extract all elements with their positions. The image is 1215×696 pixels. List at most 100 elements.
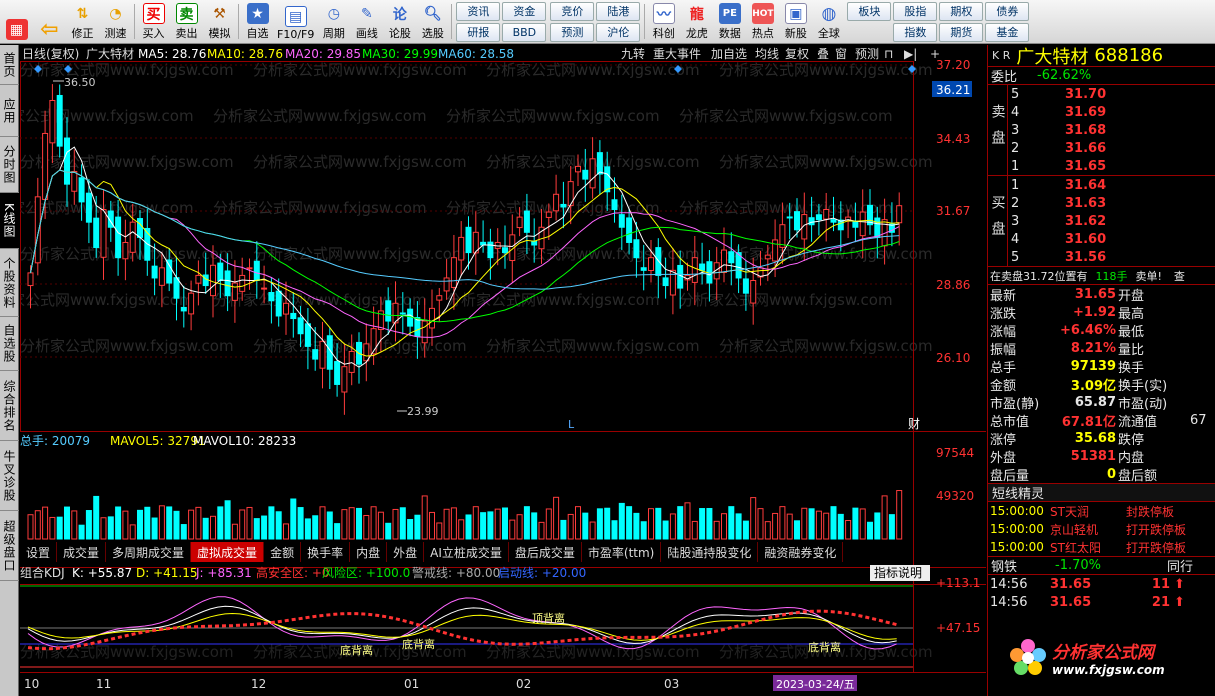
indicator-tab[interactable]: 成交量 [57, 542, 107, 562]
candle-body[interactable] [502, 247, 508, 254]
candle-body[interactable] [421, 320, 428, 344]
candle-body[interactable] [100, 209, 107, 258]
side-tab-super-quote[interactable]: 超级盘口 [0, 511, 19, 581]
expand-icon[interactable]: ▶| [904, 47, 917, 61]
candle-body[interactable] [312, 349, 319, 360]
candle-body[interactable] [202, 274, 209, 287]
sector-row[interactable]: 钢铁 -1.70% 同行 [988, 557, 1215, 575]
candle-body[interactable] [129, 221, 136, 253]
shanghai-london-button[interactable]: 沪伦 [596, 23, 641, 42]
candle-body[interactable] [253, 260, 260, 281]
candle-body[interactable] [750, 279, 757, 304]
candle-body[interactable] [553, 193, 560, 212]
global-button[interactable]: ◍ 全球 [812, 0, 845, 43]
side-tab-timeshare[interactable]: 分时图 [0, 137, 19, 193]
candle-body[interactable] [604, 166, 611, 193]
indicator-tab[interactable]: 金额 [264, 542, 302, 562]
candle-body[interactable] [626, 217, 633, 243]
indicator-help-button[interactable]: 指标说明 [874, 565, 922, 580]
side-tab-profile[interactable]: 个股资料 [0, 249, 19, 317]
new-stock-button[interactable]: ▣ 新股 [779, 0, 812, 43]
fix-button[interactable]: ⇅ 修正 [66, 0, 99, 43]
candle-body[interactable] [122, 241, 129, 260]
indicator-tab[interactable]: 内盘 [350, 542, 388, 562]
candle-body[interactable] [151, 265, 158, 279]
indicator-tab[interactable]: 外盘 [387, 542, 425, 562]
candle-body[interactable] [640, 267, 647, 271]
candle-body[interactable] [443, 277, 450, 292]
order-alert-look[interactable]: 查 [1174, 268, 1185, 284]
funds-button[interactable]: 资金 [502, 2, 547, 21]
candle-body[interactable] [874, 217, 881, 238]
side-tab-watchlist[interactable]: 自选股 [0, 317, 19, 371]
candle-body[interactable] [545, 211, 552, 218]
candle-body[interactable] [217, 262, 224, 281]
candle-body[interactable] [450, 257, 457, 288]
candle-body[interactable] [764, 254, 771, 260]
futures-button[interactable]: 期货 [939, 23, 984, 42]
side-tab-kline[interactable]: K线图 [0, 193, 19, 249]
candle-body[interactable] [180, 306, 187, 312]
bonds-button[interactable]: 债券 [985, 2, 1030, 21]
candle-body[interactable] [830, 219, 837, 223]
candle-body[interactable] [341, 366, 348, 393]
f10-button[interactable]: ▤ F10/F9 [274, 0, 317, 43]
candle-body[interactable] [34, 196, 41, 264]
candle-body[interactable] [137, 218, 143, 238]
sector-peers[interactable]: 同行 [1167, 556, 1193, 575]
candle-body[interactable] [465, 226, 472, 254]
candle-body[interactable] [611, 199, 618, 211]
candle-body[interactable] [699, 263, 706, 271]
candle-body[interactable] [363, 343, 370, 362]
draw-button[interactable]: ✎ 画线 [350, 0, 383, 43]
indicator-tab[interactable]: 陆股通持股变化 [661, 542, 759, 562]
sector-button[interactable]: 板块 [847, 2, 892, 21]
candle-body[interactable] [399, 312, 406, 315]
window-button[interactable]: 窗 [835, 47, 847, 61]
indicator-tab[interactable]: 换手率 [301, 542, 351, 562]
candle-body[interactable] [246, 267, 253, 270]
candle-body[interactable] [662, 277, 669, 287]
hk-connect-button[interactable]: 陆港 [596, 2, 641, 21]
indicator-tab[interactable]: 虚拟成交量 [191, 542, 265, 562]
candle-body[interactable] [304, 323, 311, 347]
candle-body[interactable] [231, 282, 238, 301]
buy-level[interactable]: 5 31.56 [1008, 248, 1215, 266]
sell-level[interactable]: 3 31.68 [1008, 121, 1215, 139]
candle-body[interactable] [815, 214, 822, 221]
candle-body[interactable] [596, 152, 603, 175]
indicator-tab[interactable]: 融资融券变化 [758, 542, 844, 562]
nine-turn-button[interactable]: 九转 [621, 46, 645, 61]
candle-body[interactable] [633, 239, 640, 259]
side-tab-diagnosis[interactable]: 牛叉诊股 [0, 441, 19, 511]
indicator-tab[interactable]: 多周期成交量 [106, 542, 192, 562]
sell-level[interactable]: 4 31.69 [1008, 103, 1215, 121]
candle-body[interactable] [721, 249, 727, 273]
candle-body[interactable] [896, 205, 903, 224]
candle-body[interactable] [49, 99, 56, 144]
candle-body[interactable] [319, 340, 326, 369]
candle-body[interactable] [42, 132, 49, 200]
buy-level[interactable]: 3 31.62 [1008, 212, 1215, 230]
indicator-tab[interactable]: 盘后成交量 [509, 542, 582, 562]
candle-body[interactable] [158, 267, 165, 286]
candle-body[interactable] [224, 270, 231, 297]
period-button[interactable]: ◷ 周期 [317, 0, 350, 43]
back-button[interactable]: ⇦ [33, 0, 66, 43]
candle-body[interactable] [655, 247, 662, 276]
candle-body[interactable] [589, 158, 596, 189]
candle-body[interactable] [166, 259, 173, 284]
candle-body[interactable] [195, 274, 202, 284]
candle-body[interactable] [691, 257, 698, 283]
candle-body[interactable] [458, 236, 465, 261]
short-line-item[interactable]: 15:00:00 京山轻机 打开跌停板 [988, 520, 1215, 538]
speed-test-button[interactable]: ◔ 测速 [99, 0, 132, 43]
star-market-button[interactable]: 〰科创 [647, 0, 680, 43]
candle-body[interactable] [852, 221, 859, 228]
candle-body[interactable] [275, 290, 282, 317]
auction-button[interactable]: 竞价 [550, 2, 595, 21]
candle-body[interactable] [385, 300, 392, 322]
candle-body[interactable] [618, 214, 625, 228]
ma-button[interactable]: 均线 [755, 47, 779, 61]
funds-market-button[interactable]: 基金 [985, 23, 1030, 42]
